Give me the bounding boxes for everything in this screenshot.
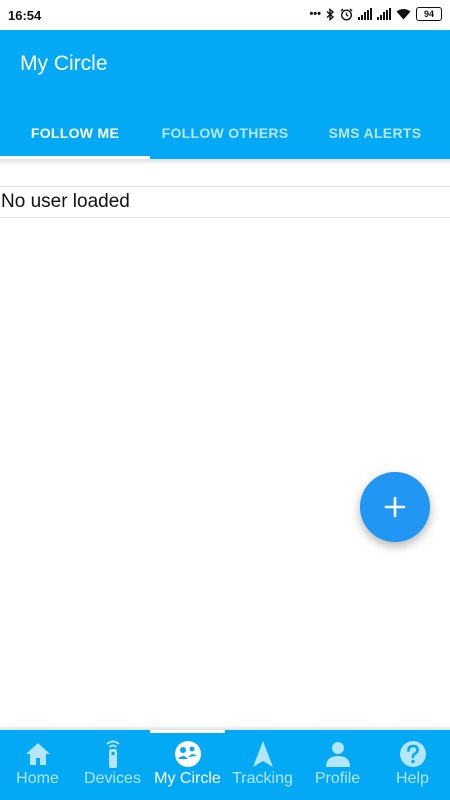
home-icon [25, 743, 50, 765]
tab-sms-alerts[interactable]: SMS ALERTS [300, 106, 450, 159]
nav-label-profile: Profile [314, 770, 361, 787]
signal-icon [377, 8, 391, 20]
tab-follow-me[interactable]: FOLLOW ME [0, 106, 150, 159]
nav-label-help: Help [396, 770, 429, 787]
nav-label-home: Home [16, 770, 59, 787]
empty-state-message: No user loaded [1, 191, 130, 212]
nav-item-profile[interactable]: Profile [300, 730, 375, 800]
app-bar-shadow [0, 159, 450, 165]
nav-item-devices[interactable]: Devices [75, 730, 150, 800]
person-icon [325, 742, 350, 767]
wifi-icon [396, 8, 411, 20]
navigation-arrow-icon [252, 741, 273, 767]
help-icon [399, 741, 426, 767]
alarm-icon [340, 8, 353, 21]
app-bar: My Circle FOLLOW ME FOLLOW OTHERS SMS AL… [0, 30, 450, 159]
status-time: 16:54 [8, 8, 42, 23]
bottom-nav: Home Devices My Circle Tracking Profile … [0, 730, 450, 800]
nav-label-devices: Devices [84, 770, 141, 787]
page-title: My Circle [20, 52, 108, 75]
devices-icon [105, 740, 120, 768]
plus-icon [384, 496, 406, 518]
nav-item-home[interactable]: Home [0, 730, 75, 800]
signal-icon [358, 8, 372, 20]
status-bar: 16:54 ••• 94 [0, 0, 450, 30]
dots-icon: ••• [309, 8, 321, 20]
tab-bar: FOLLOW ME FOLLOW OTHERS SMS ALERTS [0, 106, 450, 159]
nav-label-my-circle: My Circle [154, 770, 221, 787]
circle-group-icon [174, 741, 201, 767]
list-item: No user loaded [0, 186, 450, 218]
nav-item-tracking[interactable]: Tracking [225, 730, 300, 800]
tab-follow-others[interactable]: FOLLOW OTHERS [150, 106, 300, 159]
bluetooth-icon [326, 7, 335, 21]
add-button[interactable] [360, 472, 430, 542]
nav-item-my-circle[interactable]: My Circle [150, 730, 225, 800]
nav-active-indicator [150, 730, 225, 733]
nav-label-tracking: Tracking [232, 770, 293, 787]
battery-icon: 94 [416, 7, 442, 21]
nav-item-help[interactable]: Help [375, 730, 450, 800]
status-icons: ••• 94 [309, 7, 442, 21]
